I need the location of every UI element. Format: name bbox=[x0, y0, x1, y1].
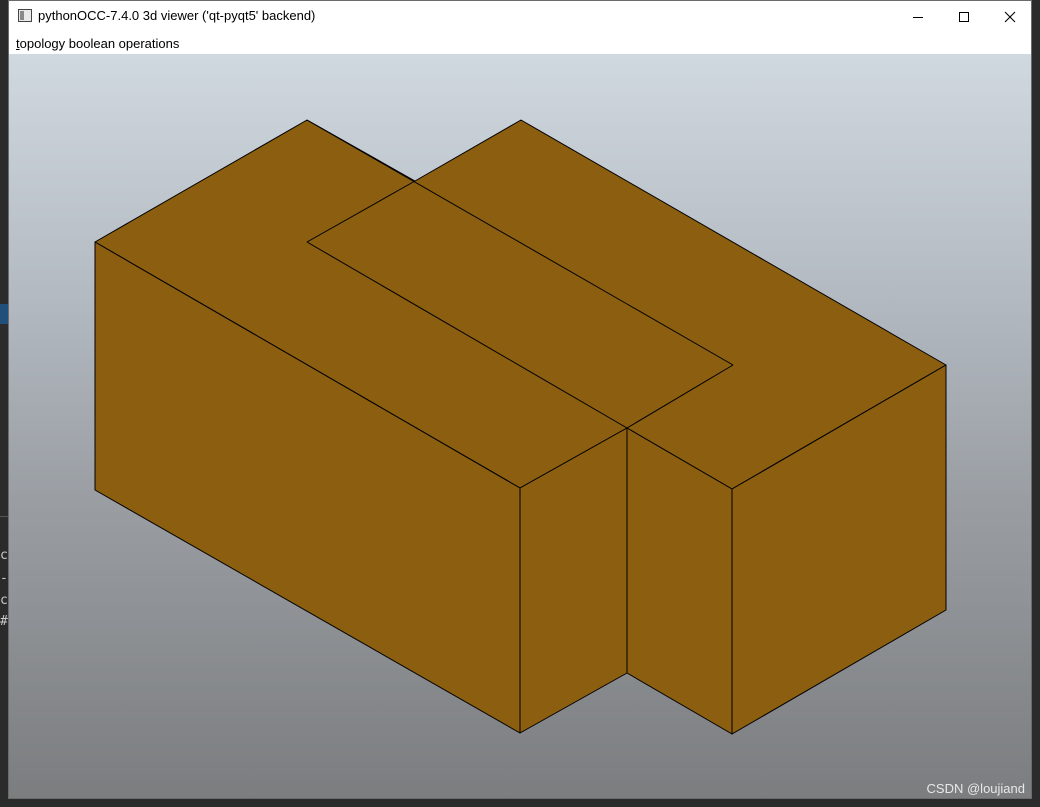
minimize-icon bbox=[913, 16, 923, 18]
3d-shape-canvas bbox=[94, 119, 947, 735]
3d-viewport[interactable]: CSDN @loujiand bbox=[9, 54, 1031, 798]
background-ide-divider bbox=[0, 516, 8, 517]
watermark: CSDN @loujiand bbox=[926, 781, 1025, 796]
background-ide-left bbox=[0, 0, 8, 807]
title-bar[interactable]: pythonOCC-7.4.0 3d viewer ('qt-pyqt5' ba… bbox=[9, 1, 1031, 32]
background-ide-text: cc bbox=[0, 593, 8, 608]
minimize-button[interactable] bbox=[895, 1, 941, 32]
background-ide-text: # bbox=[0, 614, 8, 629]
app-icon[interactable] bbox=[18, 9, 32, 22]
maximize-button[interactable] bbox=[941, 1, 987, 32]
background-ide-bottom bbox=[0, 799, 1040, 807]
menu-topology-boolean-operations[interactable]: topology boolean operations bbox=[16, 36, 179, 51]
menu-bar: topology boolean operations bbox=[9, 32, 1031, 54]
viewer-window: pythonOCC-7.4.0 3d viewer ('qt-pyqt5' ba… bbox=[8, 0, 1032, 799]
background-ide-highlight bbox=[0, 304, 8, 324]
background-ide-text: c bbox=[0, 548, 8, 563]
background-ide-right bbox=[1032, 0, 1040, 807]
maximize-icon bbox=[959, 11, 969, 22]
menu-label: opology boolean operations bbox=[19, 36, 180, 51]
window-title: pythonOCC-7.4.0 3d viewer ('qt-pyqt5' ba… bbox=[38, 8, 316, 23]
close-button[interactable] bbox=[987, 1, 1033, 32]
background-ide-text: -[ bbox=[0, 571, 8, 586]
close-icon bbox=[1004, 11, 1016, 22]
